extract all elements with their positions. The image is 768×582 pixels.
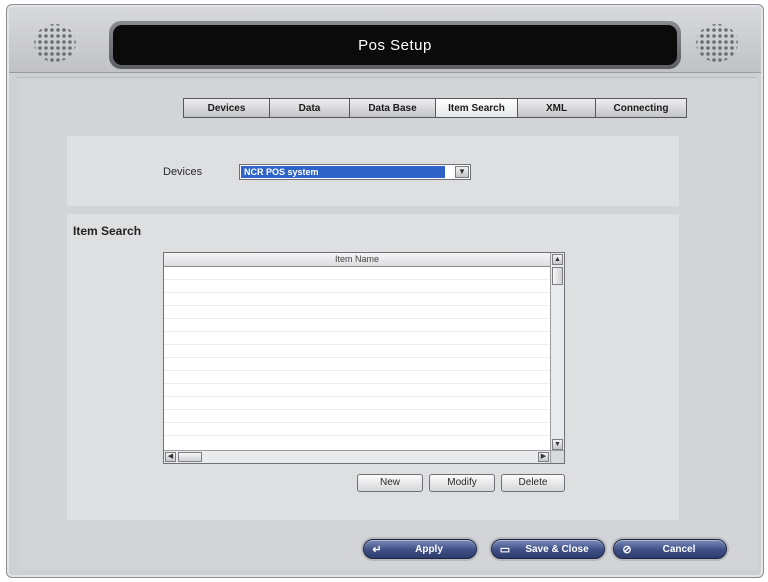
tab-label: Item Search (448, 102, 505, 114)
list-row[interactable] (164, 293, 550, 306)
item-search-panel: Item Search Item Name ▲ ▼ ◀ ▶ New Modify… (67, 214, 679, 520)
scroll-up-icon[interactable]: ▲ (552, 254, 563, 265)
horizontal-scroll-thumb[interactable] (178, 452, 202, 462)
title-band: Pos Setup (9, 7, 761, 73)
devices-label: Devices (163, 166, 203, 178)
tab-label: Data Base (368, 102, 417, 114)
tab-bar: Devices Data Data Base Item Search XML C… (183, 98, 687, 118)
device-panel: Devices NCR POS system ▼ (67, 136, 679, 206)
scrollbar-corner (550, 450, 564, 463)
list-row[interactable] (164, 332, 550, 345)
scroll-left-icon[interactable]: ◀ (165, 452, 176, 462)
cancel-icon: ⊘ (622, 543, 632, 556)
tab-label: Devices (207, 102, 246, 114)
cancel-button[interactable]: ⊘ Cancel (613, 539, 727, 559)
devices-select[interactable]: NCR POS system ▼ (239, 164, 471, 180)
tab-connecting[interactable]: Connecting (596, 99, 686, 117)
title-bar: Pos Setup (109, 21, 681, 69)
list-row[interactable] (164, 423, 550, 436)
scroll-right-icon[interactable]: ▶ (538, 452, 549, 462)
list-row[interactable] (164, 267, 550, 280)
tab-label: Data (298, 102, 321, 114)
chevron-down-icon[interactable]: ▼ (455, 166, 469, 178)
list-row[interactable] (164, 358, 550, 371)
vertical-scrollbar[interactable]: ▲ ▼ (550, 253, 564, 451)
tab-item-search[interactable]: Item Search (436, 99, 518, 117)
cancel-button-label: Cancel (662, 543, 696, 555)
apply-button-label: Apply (415, 543, 443, 555)
scroll-down-icon[interactable]: ▼ (552, 439, 563, 450)
list-row[interactable] (164, 345, 550, 358)
enter-arrow-icon: ↵ (372, 543, 382, 556)
new-button[interactable]: New (357, 474, 423, 492)
item-name-column-header[interactable]: Item Name (164, 253, 550, 267)
tab-devices[interactable]: Devices (184, 99, 270, 117)
list-row[interactable] (164, 397, 550, 410)
tab-label: XML (545, 102, 568, 114)
tab-label: Connecting (613, 102, 669, 114)
item-search-title: Item Search (73, 224, 142, 238)
vertical-scroll-thumb[interactable] (552, 267, 563, 285)
item-list[interactable]: Item Name ▲ ▼ ◀ ▶ (163, 252, 565, 464)
tab-data[interactable]: Data (270, 99, 350, 117)
delete-button[interactable]: Delete (501, 474, 565, 492)
apply-button[interactable]: ↵ Apply (363, 539, 477, 559)
horizontal-scrollbar[interactable]: ◀ ▶ (164, 450, 550, 463)
save-close-button[interactable]: ▭ Save & Close (491, 539, 605, 559)
item-list-rows (164, 267, 550, 436)
tab-xml[interactable]: XML (518, 99, 596, 117)
modify-button[interactable]: Modify (429, 474, 495, 492)
content-area: Devices Data Data Base Item Search XML C… (17, 77, 757, 569)
list-row[interactable] (164, 306, 550, 319)
save-close-button-label: Save & Close (525, 543, 589, 555)
tab-data-base[interactable]: Data Base (350, 99, 436, 117)
list-row[interactable] (164, 319, 550, 332)
pos-setup-window: Pos Setup Devices Data Data Base Item Se… (6, 4, 764, 578)
save-icon: ▭ (499, 543, 511, 556)
devices-select-value: NCR POS system (241, 166, 445, 178)
speaker-grille-left-icon (31, 21, 79, 65)
list-row[interactable] (164, 384, 550, 397)
list-row[interactable] (164, 280, 550, 293)
window-title: Pos Setup (358, 36, 432, 54)
speaker-grille-right-icon (693, 21, 741, 65)
list-row[interactable] (164, 410, 550, 423)
list-row[interactable] (164, 371, 550, 384)
